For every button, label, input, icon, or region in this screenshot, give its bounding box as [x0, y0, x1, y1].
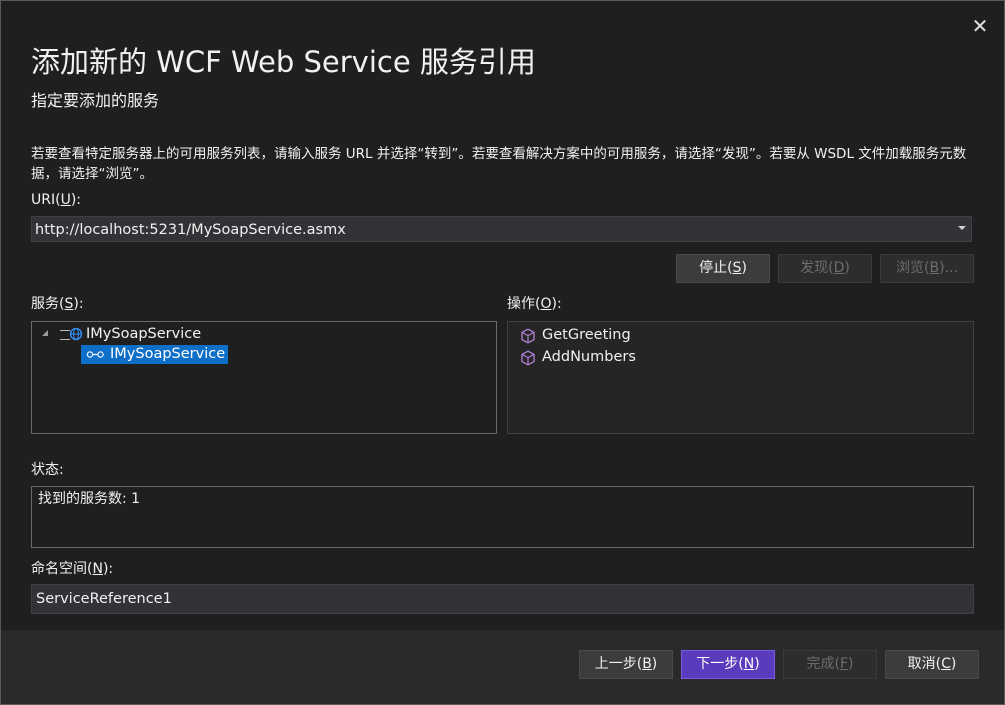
namespace-input[interactable]: ServiceReference1: [36, 590, 172, 608]
cube-icon: [521, 350, 535, 366]
close-button[interactable]: ✕: [968, 14, 992, 38]
operations-label: 操作(O):: [507, 296, 562, 312]
dialog-subtitle: 指定要添加的服务: [31, 91, 160, 110]
namespace-field[interactable]: ServiceReference1: [31, 584, 974, 614]
services-label: 服务(S):: [31, 296, 84, 312]
operations-list[interactable]: GetGreeting AddNumbers: [507, 321, 974, 434]
discover-button[interactable]: 发现(D): [778, 254, 872, 283]
endpoint-icon: [86, 351, 104, 358]
uri-combobox[interactable]: http://localhost:5231/MySoapService.asmx: [31, 216, 972, 242]
dialog-title: 添加新的 WCF Web Service 服务引用: [31, 45, 536, 79]
finish-button[interactable]: 完成(F): [783, 650, 877, 679]
operation-name: GetGreeting: [542, 327, 631, 343]
tree-node-label: IMySoapService: [86, 326, 202, 342]
status-text: 找到的服务数: 1: [38, 491, 141, 507]
tree-node-endpoint-selected[interactable]: IMySoapService: [81, 345, 228, 364]
status-box: 找到的服务数: 1: [31, 486, 974, 548]
instructions-text: 若要查看特定服务器上的可用服务列表，请输入服务 URL 并选择“转到”。若要查看…: [31, 146, 967, 182]
browse-button[interactable]: 浏览(B)...: [880, 254, 974, 283]
tree-node-label: IMySoapService: [110, 346, 226, 362]
stop-button[interactable]: 停止(S): [676, 254, 770, 283]
chevron-down-icon[interactable]: [958, 226, 966, 230]
namespace-label: 命名空间(N):: [31, 561, 114, 577]
cube-icon: [521, 328, 535, 344]
globe-service-icon: [69, 327, 83, 341]
collapse-triangle-icon[interactable]: [42, 330, 48, 336]
next-button[interactable]: 下一步(N): [681, 650, 775, 679]
operation-name: AddNumbers: [542, 349, 636, 365]
previous-button[interactable]: 上一步(B): [579, 650, 673, 679]
services-tree[interactable]: IMySoapService IMySoapService: [31, 321, 497, 434]
uri-input[interactable]: http://localhost:5231/MySoapService.asmx: [35, 220, 346, 240]
close-icon: ✕: [971, 14, 989, 38]
status-label: 状态:: [31, 462, 64, 478]
cancel-button[interactable]: 取消(C): [885, 650, 979, 679]
uri-label: URI(U):: [31, 192, 82, 208]
